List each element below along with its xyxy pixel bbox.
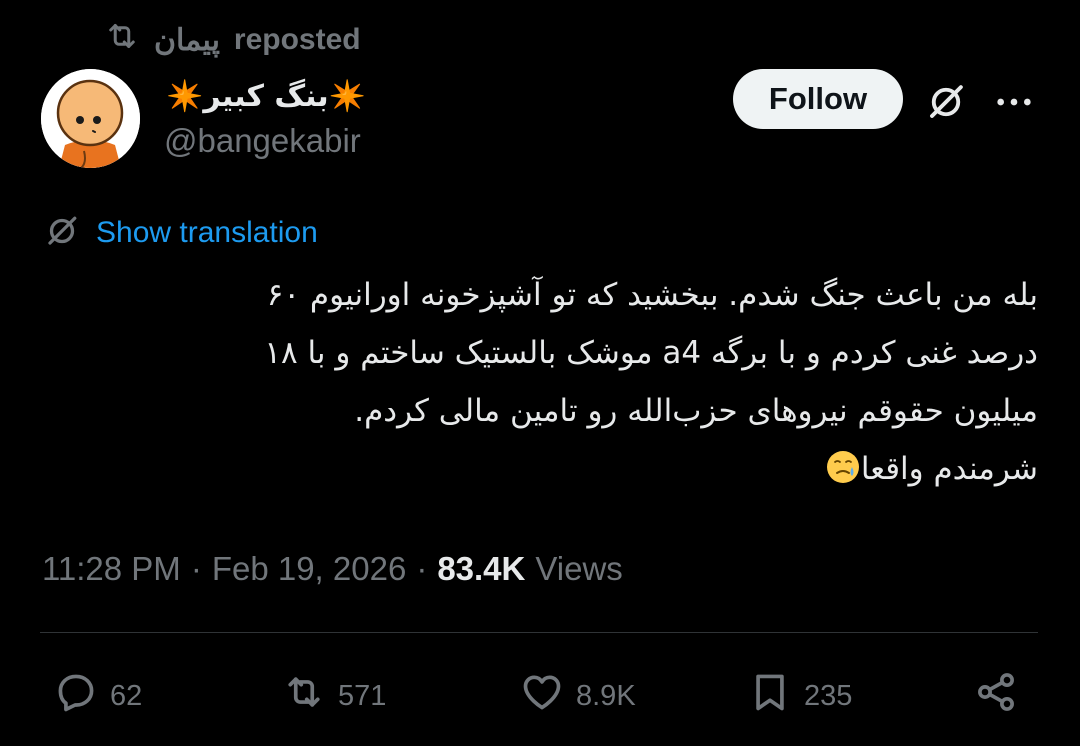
views-label: Views (535, 550, 623, 587)
tweet-line: میلیون حقوقم نیروهای حزب‌الله رو تامین م… (354, 393, 1038, 429)
bookmark-count: 235 (804, 679, 853, 712)
author-display-name[interactable]: ✴️بنگ کبیر✴️ (166, 72, 366, 120)
more-dots-icon[interactable] (992, 84, 1036, 120)
tweet-line-text: شرمندم واقعا (860, 451, 1038, 487)
tweet-date[interactable]: Feb 19, 2026 (212, 550, 407, 588)
repost-button[interactable]: 571 (282, 672, 386, 720)
repost-count: 571 (338, 679, 387, 712)
meta-separator: · (190, 550, 202, 587)
bookmark-button[interactable]: 235 (748, 672, 852, 720)
grok-icon[interactable] (922, 78, 970, 126)
show-translation-link[interactable]: Show translation (96, 216, 318, 250)
tweet-line-last: شرمندم واقعا (40, 440, 1038, 498)
bookmark-icon (748, 670, 792, 722)
share-icon (974, 670, 1018, 722)
show-translation[interactable]: Show translation (44, 213, 318, 253)
repost-header: پیمان reposted (104, 20, 361, 60)
meta-separator: · (416, 550, 428, 587)
face-holding-back-tears-icon (825, 446, 861, 483)
share-button[interactable] (974, 672, 1018, 720)
tweet-line: درصد غنی کردم و با برگه a4 موشک بالستیک … (264, 335, 1038, 371)
tweet-meta: 11:28 PM · Feb 19, 2026 · 83.4K Views (42, 547, 623, 591)
reply-icon (54, 670, 98, 722)
reposter-name[interactable]: پیمان (154, 23, 220, 58)
repost-icon (104, 18, 140, 62)
views-count[interactable]: 83.4K (437, 550, 525, 588)
grok-icon (44, 213, 80, 253)
tweet-text: بله من باعث جنگ شدم. ببخشید که تو آشپزخو… (40, 266, 1038, 498)
tweet-line: بله من باعث جنگ شدم. ببخشید که تو آشپزخو… (266, 277, 1038, 313)
avatar[interactable] (41, 69, 140, 168)
heart-icon (520, 670, 564, 722)
author-handle[interactable]: @bangekabir (164, 122, 361, 160)
tweet-time[interactable]: 11:28 PM (42, 550, 181, 588)
repost-label: reposted (233, 23, 361, 56)
follow-button[interactable]: Follow (733, 69, 903, 129)
like-count: 8.9K (576, 679, 636, 712)
reply-button[interactable]: 62 (54, 672, 142, 720)
repost-icon (282, 670, 326, 722)
divider (40, 632, 1038, 633)
like-button[interactable]: 8.9K (520, 672, 636, 720)
reply-count: 62 (110, 679, 143, 712)
